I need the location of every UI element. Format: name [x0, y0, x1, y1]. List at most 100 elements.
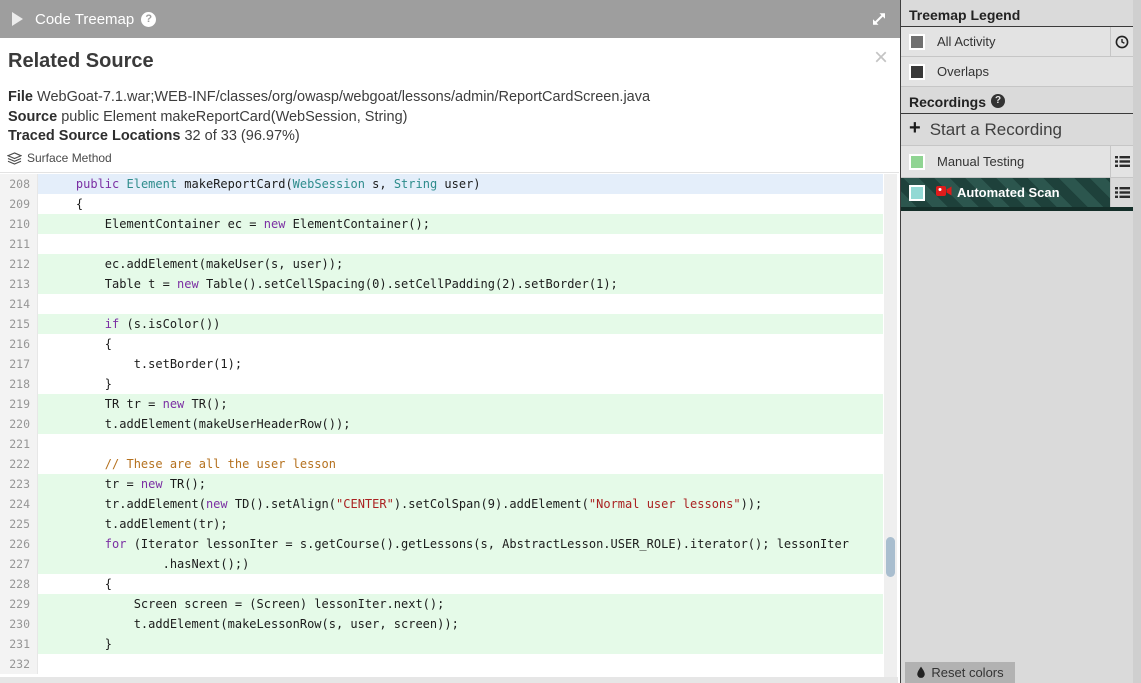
code-line: 222 // These are all the user lesson	[0, 454, 898, 474]
recordings-help-icon[interactable]: ?	[991, 94, 1006, 108]
code-line: 218 }	[0, 374, 898, 394]
line-number: 218	[0, 374, 38, 394]
line-number: 227	[0, 554, 38, 574]
legend-item-overlaps[interactable]: Overlaps	[901, 57, 1133, 87]
overlaps-swatch[interactable]	[909, 63, 925, 80]
code-line: 220 t.addElement(makeUserHeaderRow());	[0, 414, 898, 434]
code-treemap-header[interactable]: Code Treemap ?	[0, 0, 900, 38]
file-label: File	[8, 89, 33, 105]
collapse-arrow-icon[interactable]	[12, 12, 23, 26]
legend-item-label: All Activity	[937, 34, 996, 49]
code-line: 227 .hasNext();)	[0, 554, 898, 574]
code-text: }	[47, 377, 113, 391]
code-line: 230 t.addElement(makeLessonRow(s, user, …	[0, 614, 898, 634]
manual-testing-swatch[interactable]	[909, 153, 925, 170]
line-number: 231	[0, 634, 38, 654]
clock-icon	[1115, 35, 1129, 48]
recording-camera-icon	[936, 184, 952, 202]
line-number: 220	[0, 414, 38, 434]
code-scrollbar[interactable]	[884, 174, 897, 677]
traced-line: Traced Source Locations 32 of 33 (96.97%…	[8, 127, 650, 147]
all-activity-time-button[interactable]	[1110, 27, 1133, 56]
code-text: ec.addElement(makeUser(s, user));	[38, 254, 883, 274]
file-value: WebGoat-7.1.war;WEB-INF/classes/org/owas…	[37, 89, 651, 105]
code-scrollbar-thumb[interactable]	[886, 537, 895, 577]
list-menu-icon	[1114, 156, 1130, 167]
recording-item-label: Automated Scan	[957, 185, 1060, 200]
treemap-legend-title: Treemap Legend	[901, 0, 1133, 27]
recording-item-manual-testing[interactable]: Manual Testing	[901, 146, 1133, 178]
recordings-title-text: Recordings	[909, 94, 987, 110]
code-line: 212 ec.addElement(makeUser(s, user));	[0, 254, 898, 274]
code-text: t.addElement(makeLessonRow(s, user, scre…	[38, 614, 883, 634]
start-recording-label: Start a Recording	[929, 119, 1062, 139]
code-line: 229 Screen screen = (Screen) lessonIter.…	[0, 594, 898, 614]
line-number: 226	[0, 534, 38, 554]
code-text: public Element makeReportCard(WebSession…	[38, 174, 883, 194]
treemap-legend-title-text: Treemap Legend	[909, 7, 1021, 23]
source-line: Source public Element makeReportCard(Web…	[8, 108, 650, 128]
sidebar-scrollbar[interactable]	[1133, 0, 1141, 683]
recordings-title: Recordings ?	[901, 87, 1133, 114]
source-label: Source	[8, 108, 58, 125]
line-number: 212	[0, 254, 38, 274]
line-number: 209	[0, 194, 38, 214]
automated-scan-menu-button[interactable]	[1110, 178, 1133, 207]
line-number: 225	[0, 514, 38, 534]
code-line: 211	[0, 234, 898, 254]
droplet-icon	[917, 666, 926, 678]
all-activity-swatch[interactable]	[909, 33, 925, 50]
layers-icon	[7, 151, 22, 165]
code-text: .hasNext();)	[38, 554, 883, 574]
code-treemap-title: Code Treemap	[35, 10, 135, 28]
code-text: Table t = new Table().setCellSpacing(0).…	[38, 274, 883, 294]
code-text: }	[38, 634, 883, 654]
code-text: tr = new TR();	[38, 474, 883, 494]
automated-scan-swatch[interactable]	[909, 184, 925, 201]
source-value: public Element makeReportCard(WebSession…	[61, 108, 408, 125]
code-viewer: 208 public Element makeReportCard(WebSes…	[0, 174, 898, 683]
code-text: t.setBorder(1);	[47, 357, 243, 371]
traced-label: Traced Source Locations	[8, 128, 181, 144]
line-number: 215	[0, 314, 38, 334]
close-icon[interactable]: ×	[874, 46, 888, 70]
expand-icon[interactable]	[871, 11, 887, 27]
code-text: TR tr = new TR();	[38, 394, 883, 414]
legend-item-all-activity[interactable]: All Activity	[901, 27, 1133, 57]
line-number: 221	[0, 434, 38, 454]
code-line: 219 TR tr = new TR();	[0, 394, 898, 414]
code-text: {	[47, 577, 113, 591]
code-text: tr.addElement(new TD().setAlign("CENTER"…	[38, 494, 883, 514]
line-number: 228	[0, 574, 38, 594]
code-line: 214	[0, 294, 898, 314]
source-info: File WebGoat-7.1.war;WEB-INF/classes/org…	[8, 88, 650, 147]
plus-icon: +	[909, 117, 921, 139]
surface-method-tag: Surface Method	[7, 151, 112, 165]
reset-colors-button[interactable]: Reset colors	[905, 662, 1015, 683]
page-title: Related Source	[8, 50, 154, 72]
surface-method-label: Surface Method	[27, 151, 112, 165]
line-number: 230	[0, 614, 38, 634]
help-icon[interactable]: ?	[141, 11, 157, 27]
horizontal-scrollbar-track[interactable]	[0, 677, 898, 683]
line-number: 211	[0, 234, 38, 254]
recording-item-automated-scan[interactable]: Automated Scan	[901, 178, 1133, 211]
code-line: 232	[0, 654, 898, 674]
recording-item-label: Manual Testing	[937, 154, 1025, 169]
line-number: 210	[0, 214, 38, 234]
code-text: // These are all the user lesson	[104, 457, 336, 471]
code-line: 215 if (s.isColor())	[0, 314, 898, 334]
line-number: 232	[0, 654, 38, 674]
line-number: 217	[0, 354, 38, 374]
traced-value: 32 of 33 (96.97%)	[184, 128, 300, 144]
legend-item-label: Overlaps	[937, 64, 990, 79]
line-number: 216	[0, 334, 38, 354]
manual-testing-menu-button[interactable]	[1110, 146, 1133, 177]
code-line: 224 tr.addElement(new TD().setAlign("CEN…	[0, 494, 898, 514]
code-text: t.addElement(tr);	[38, 514, 883, 534]
list-menu-icon	[1114, 187, 1130, 198]
start-recording-button[interactable]: + Start a Recording	[901, 114, 1133, 146]
